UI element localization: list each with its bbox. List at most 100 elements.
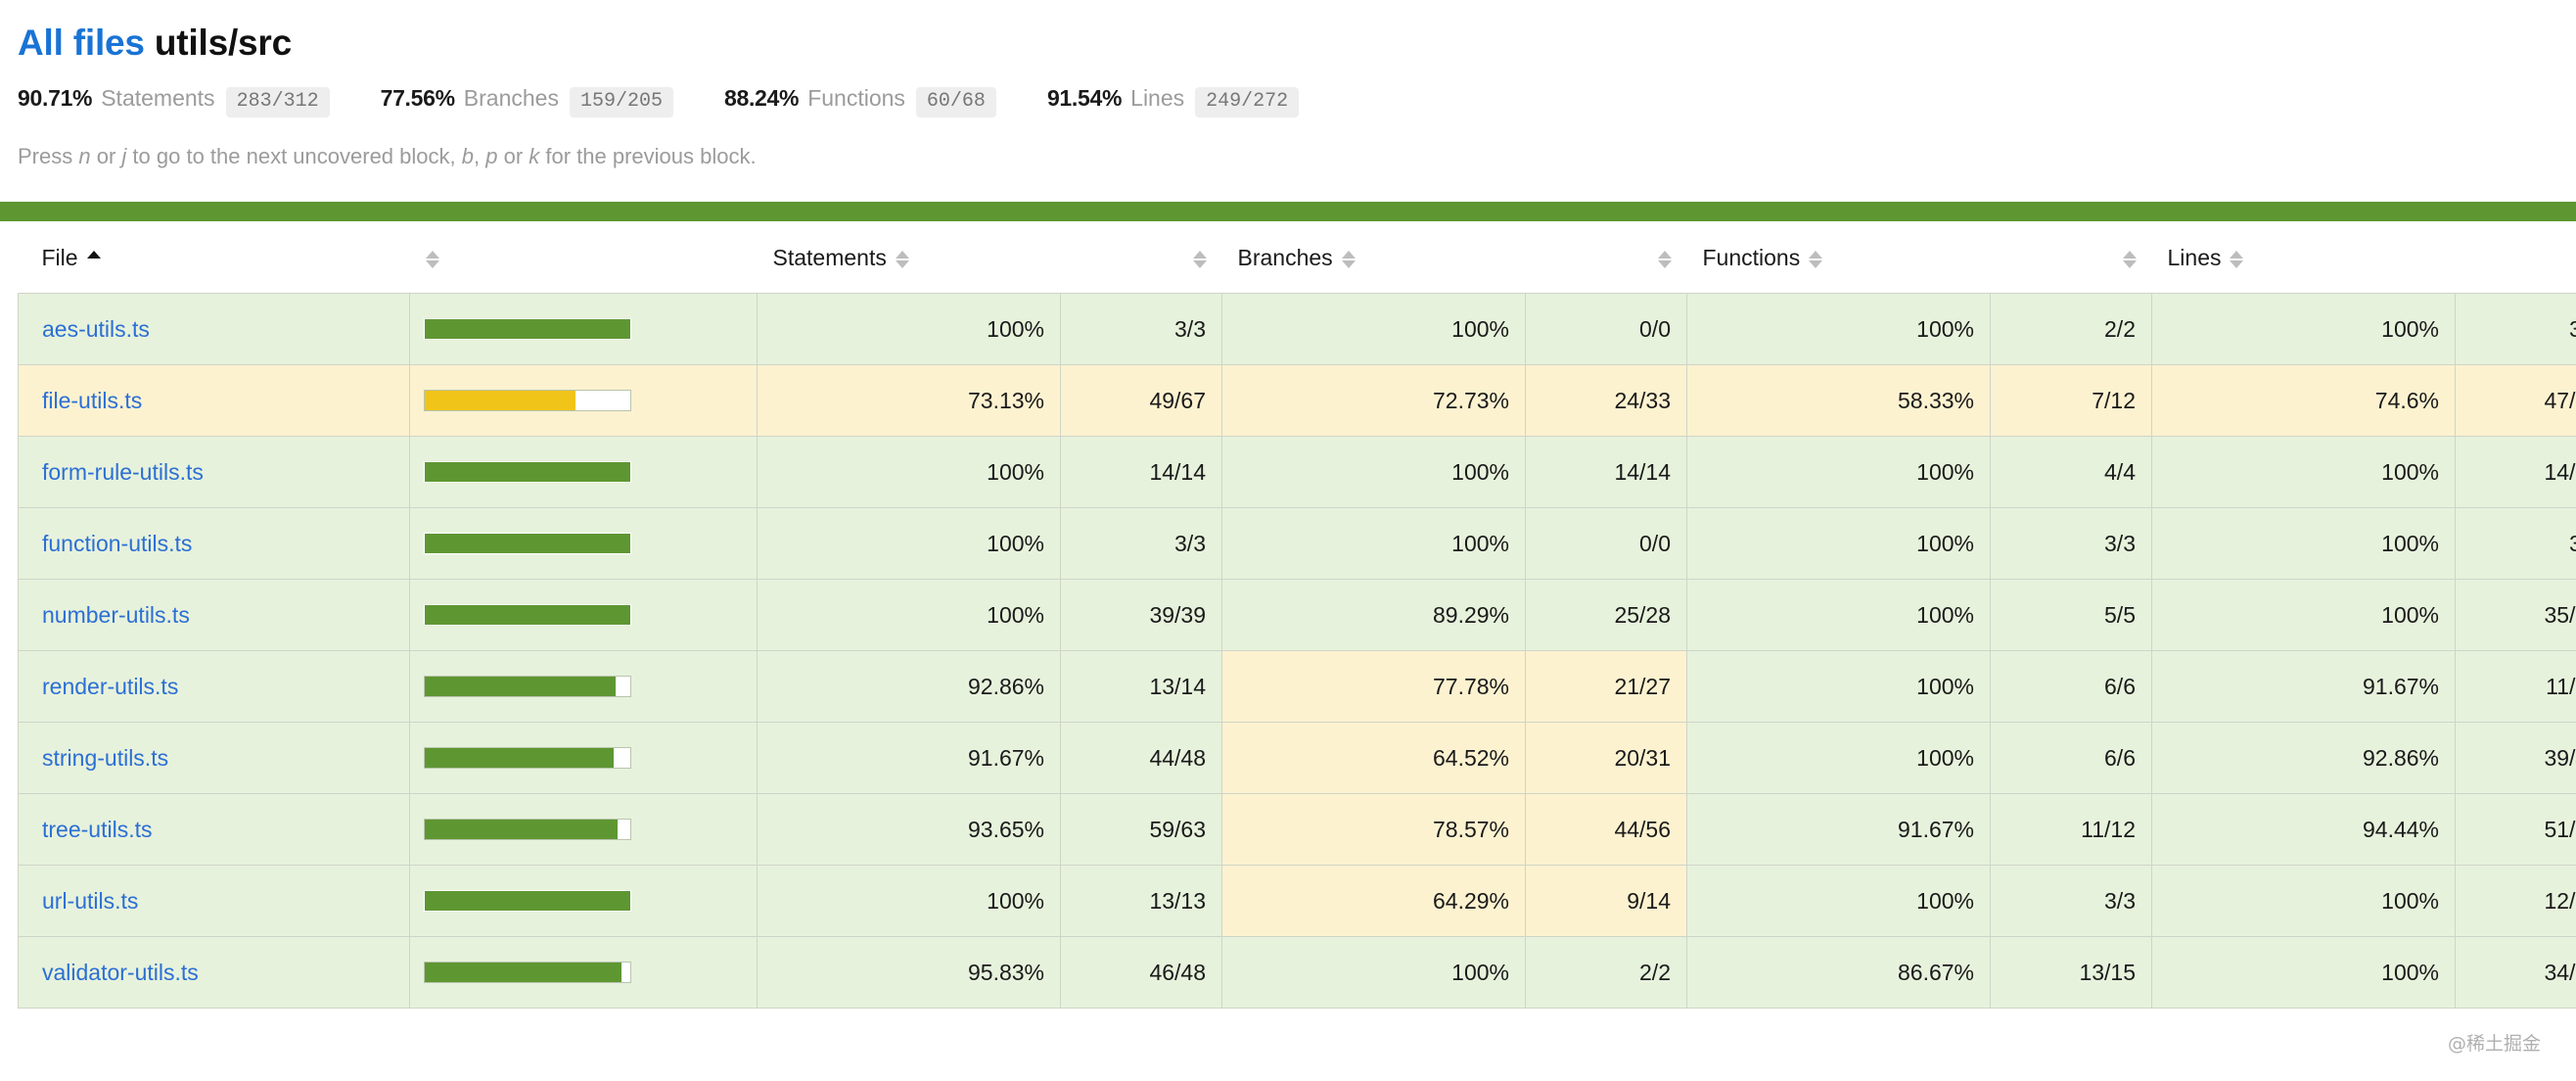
table-cell-statements-absolute: 13/13 <box>1060 865 1222 938</box>
column-header-lines-label: Lines <box>2167 245 2222 271</box>
table-row: string-utils.ts 91.67% 44/48 64.52% 20/31 100… <box>18 722 2576 795</box>
table-cell-functions-percent: 100% <box>1686 650 1991 724</box>
table-cell-statements-absolute: 44/48 <box>1060 722 1222 795</box>
table-cell-lines-absolute: 47/63 <box>2455 364 2576 438</box>
coverage-summary-stats: 90.71% Statements 283/312 77.56% Branche… <box>18 84 2558 118</box>
breadcrumb-all-files-link[interactable]: All files <box>18 23 145 63</box>
table-cell-statements-absolute: 13/14 <box>1060 650 1222 724</box>
table-cell-lines-absolute: 35/35 <box>2455 579 2576 652</box>
table-cell-statements-percent: 100% <box>757 865 1061 938</box>
coverage-bar-fill <box>425 963 622 983</box>
column-header-file-label: File <box>41 245 78 271</box>
table-cell-functions-percent: 86.67% <box>1686 936 1991 1010</box>
stat-statements: 90.71% Statements 283/312 <box>18 85 330 118</box>
table-cell-coverage-bar <box>409 507 758 581</box>
table-cell-functions-absolute: 4/4 <box>1990 436 2152 509</box>
hint-text-5: or <box>497 144 529 169</box>
table-cell-file: render-utils.ts <box>18 650 410 724</box>
coverage-bar-fill <box>425 391 575 411</box>
coverage-bar-fill <box>425 677 616 697</box>
file-link[interactable]: url-utils.ts <box>42 888 138 914</box>
table-cell-branches-absolute: 20/31 <box>1525 722 1687 795</box>
column-header-statements-label: Statements <box>772 245 887 271</box>
table-cell-statements-absolute: 49/67 <box>1060 364 1222 438</box>
file-link[interactable]: validator-utils.ts <box>42 960 199 985</box>
sort-icon-statements-bar[interactable] <box>425 249 439 270</box>
breadcrumb: All files utils/src <box>18 22 2558 65</box>
hint-text-2: or <box>90 144 122 169</box>
table-cell-branches-absolute: 0/0 <box>1525 507 1687 581</box>
sort-icon-branches[interactable] <box>1341 249 1356 270</box>
file-link[interactable]: string-utils.ts <box>42 745 168 771</box>
page-header: All files utils/src 90.71% Statements 28… <box>18 0 2558 169</box>
table-cell-coverage-bar <box>409 436 758 509</box>
table-cell-functions-absolute: 5/5 <box>1990 579 2152 652</box>
table-cell-coverage-bar <box>409 936 758 1010</box>
coverage-bar-fill <box>425 748 614 769</box>
file-link[interactable]: render-utils.ts <box>42 674 178 699</box>
table-cell-branches-percent: 100% <box>1221 436 1526 509</box>
table-cell-functions-percent: 100% <box>1686 865 1991 938</box>
column-header-branches-label: Branches <box>1237 245 1333 271</box>
table-cell-functions-absolute: 3/3 <box>1990 507 2152 581</box>
sort-icon-statements-abs[interactable] <box>1192 249 1207 270</box>
table-cell-statements-absolute: 3/3 <box>1060 293 1222 366</box>
table-cell-statements-absolute: 59/63 <box>1060 793 1222 867</box>
table-header: File Statements Branches Functions Lines <box>18 221 2576 294</box>
file-link[interactable]: tree-utils.ts <box>42 817 152 842</box>
table-cell-functions-absolute: 6/6 <box>1990 650 2152 724</box>
table-row: file-utils.ts 73.13% 49/67 72.73% 24/33 58.33… <box>18 364 2576 438</box>
file-link[interactable]: aes-utils.ts <box>42 316 150 342</box>
table-row: number-utils.ts 100% 39/39 89.29% 25/28 100% 5… <box>18 579 2576 652</box>
sort-icon-lines[interactable] <box>2230 249 2244 270</box>
table-cell-lines-absolute: 51/54 <box>2455 793 2576 867</box>
sort-icon-functions-abs[interactable] <box>2122 249 2137 270</box>
table-cell-statements-percent: 100% <box>757 579 1061 652</box>
table-cell-lines-percent: 92.86% <box>2151 722 2456 795</box>
hint-text-4: , <box>474 144 486 169</box>
table-cell-functions-percent: 100% <box>1686 507 1991 581</box>
column-header-functions-abs[interactable] <box>1990 221 2152 294</box>
table-cell-file: aes-utils.ts <box>18 293 410 366</box>
column-header-lines[interactable]: Lines <box>2151 221 2456 294</box>
coverage-bar <box>424 819 631 841</box>
file-link[interactable]: form-rule-utils.ts <box>42 459 204 485</box>
hint-text-3: to go to the next uncovered block, <box>126 144 462 169</box>
column-header-functions[interactable]: Functions <box>1686 221 1991 294</box>
table-header-row: File Statements Branches Functions Lines <box>18 221 2576 294</box>
table-cell-statements-percent: 95.83% <box>757 936 1061 1010</box>
table-cell-lines-percent: 100% <box>2151 579 2456 652</box>
coverage-bar <box>424 747 631 770</box>
table-cell-lines-percent: 74.6% <box>2151 364 2456 438</box>
table-cell-coverage-bar <box>409 793 758 867</box>
column-header-lines-abs[interactable] <box>2455 221 2576 294</box>
table-cell-file: string-utils.ts <box>18 722 410 795</box>
file-link[interactable]: file-utils.ts <box>42 388 142 413</box>
stat-lines-percent: 91.54% <box>1046 84 1123 111</box>
table-cell-branches-absolute: 24/33 <box>1525 364 1687 438</box>
file-link[interactable]: function-utils.ts <box>42 531 192 556</box>
table-row: aes-utils.ts100%3/3100%0/0100%2/2100%3/3 <box>18 293 2576 366</box>
table-cell-branches-percent: 100% <box>1221 507 1526 581</box>
sort-ascending-icon[interactable] <box>86 249 101 270</box>
column-header-file[interactable]: File <box>18 221 410 294</box>
sort-icon-statements[interactable] <box>895 249 909 270</box>
table-cell-statements-percent: 92.86% <box>757 650 1061 724</box>
table-cell-lines-absolute: 34/34 <box>2455 936 2576 1010</box>
file-link[interactable]: number-utils.ts <box>42 602 190 628</box>
column-header-branches[interactable]: Branches <box>1221 221 1526 294</box>
table-cell-functions-absolute: 13/15 <box>1990 936 2152 1010</box>
table-cell-file: url-utils.ts <box>18 865 410 938</box>
sort-icon-branches-abs[interactable] <box>1657 249 1672 270</box>
sort-icon-functions[interactable] <box>1809 249 1823 270</box>
table-cell-branches-percent: 72.73% <box>1221 364 1526 438</box>
column-header-statements-bar[interactable] <box>409 221 758 294</box>
column-header-statements-abs[interactable] <box>1060 221 1222 294</box>
table-cell-lines-percent: 100% <box>2151 293 2456 366</box>
table-cell-statements-percent: 93.65% <box>757 793 1061 867</box>
coverage-bar <box>424 890 631 913</box>
table-cell-branches-percent: 64.29% <box>1221 865 1526 938</box>
column-header-branches-abs[interactable] <box>1525 221 1687 294</box>
stat-functions: 88.24% Functions 60/68 <box>724 85 996 118</box>
column-header-statements[interactable]: Statements <box>757 221 1061 294</box>
